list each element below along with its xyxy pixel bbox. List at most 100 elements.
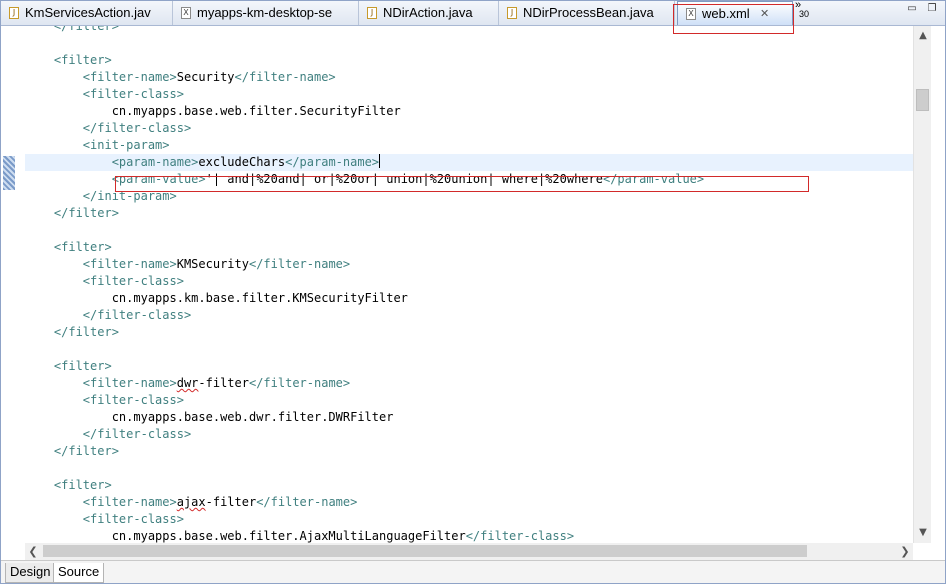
- code-line[interactable]: </filter>: [25, 205, 913, 222]
- xml-editor-window: J KmServicesAction.jav X myapps-km-deskt…: [0, 0, 946, 584]
- tab-kmservicesaction[interactable]: J KmServicesAction.jav: [1, 1, 173, 25]
- xml-tag: </filter-name>: [256, 495, 358, 509]
- tab-label: web.xml: [702, 6, 750, 21]
- code-line[interactable]: cn.myapps.base.web.filter.SecurityFilter: [25, 103, 913, 120]
- code-line[interactable]: [25, 222, 913, 239]
- code-line[interactable]: <filter>: [25, 477, 913, 494]
- xml-text: cn.myapps.base.web.filter.AjaxMultiLangu…: [25, 529, 466, 543]
- xml-tag: </param-name>: [285, 155, 380, 169]
- scroll-right-icon[interactable]: ❯: [897, 543, 913, 560]
- code-line[interactable]: <filter-class>: [25, 273, 913, 290]
- minimize-icon[interactable]: ▭: [905, 3, 919, 15]
- xml-tag: <filter>: [25, 53, 112, 67]
- vertical-scroll-thumb[interactable]: [916, 89, 929, 111]
- editor-tab-bar: J KmServicesAction.jav X myapps-km-deskt…: [1, 1, 945, 26]
- code-line[interactable]: </filter>: [25, 324, 913, 341]
- editor-mode-tabs: Design Source: [1, 560, 945, 583]
- xml-tag: <param-value>: [25, 172, 206, 186]
- code-line[interactable]: [25, 460, 913, 477]
- code-line[interactable]: <filter-name>dwr-filter</filter-name>: [25, 375, 913, 392]
- xml-tag: </filter-name>: [248, 376, 351, 390]
- scroll-down-icon[interactable]: ▼: [914, 525, 932, 541]
- scroll-up-icon[interactable]: ▲: [914, 28, 932, 44]
- xml-tag: </filter-class>: [25, 427, 192, 441]
- code-line[interactable]: <init-param>: [25, 137, 913, 154]
- xml-tag: <filter>: [25, 359, 112, 373]
- tab-myapps-km-desktop[interactable]: X myapps-km-desktop-se: [173, 1, 359, 25]
- tab-web-xml[interactable]: X web.xml ✕: [677, 1, 793, 25]
- xml-text: Security: [176, 70, 235, 84]
- close-icon[interactable]: ✕: [760, 2, 769, 25]
- xml-tag: <filter-class>: [25, 87, 184, 101]
- tab-label: NDirAction.java: [383, 5, 473, 20]
- xml-tag: </filter>: [25, 206, 119, 220]
- xml-tag: </param-value>: [602, 172, 705, 186]
- vertical-scrollbar[interactable]: ▲ ▼: [913, 26, 932, 543]
- xml-tag: <filter>: [25, 240, 112, 254]
- code-line[interactable]: <filter-name>Security</filter-name>: [25, 69, 913, 86]
- spelling-error-text: ajax: [176, 495, 206, 509]
- xml-file-icon: X: [181, 7, 191, 19]
- xml-tag: <filter-name>: [25, 257, 177, 271]
- code-line[interactable]: cn.myapps.base.web.dwr.filter.DWRFilter: [25, 409, 913, 426]
- source-editor[interactable]: </filter> <filter> <filter-name>Security…: [1, 26, 913, 543]
- code-line[interactable]: <param-value>'| and|%20and| or|%20or| un…: [25, 171, 913, 188]
- xml-tag: </filter>: [25, 325, 119, 339]
- code-line[interactable]: <filter>: [25, 52, 913, 69]
- hidden-tab-count: 30: [799, 9, 810, 19]
- horizontal-scroll-thumb[interactable]: [43, 545, 807, 557]
- code-line[interactable]: [25, 341, 913, 358]
- xml-tag: <filter-name>: [25, 70, 177, 84]
- code-text[interactable]: </filter> <filter> <filter-name>Security…: [25, 26, 913, 543]
- xml-tag: </filter-name>: [234, 70, 336, 84]
- code-line[interactable]: <filter-class>: [25, 392, 913, 409]
- code-line[interactable]: <param-name>excludeChars</param-name>: [25, 154, 913, 171]
- overview-ruler: [931, 26, 945, 543]
- change-marker: [3, 156, 15, 190]
- code-line[interactable]: [25, 35, 913, 52]
- xml-tag: </init-param>: [25, 189, 177, 203]
- xml-text: -filter: [198, 376, 249, 390]
- code-line[interactable]: <filter-name>KMSecurity</filter-name>: [25, 256, 913, 273]
- horizontal-scrollbar[interactable]: ❮ ❯: [25, 543, 913, 560]
- code-line[interactable]: <filter-class>: [25, 86, 913, 103]
- tab-ndiraction[interactable]: J NDirAction.java: [359, 1, 499, 25]
- code-line[interactable]: cn.myapps.base.web.filter.AjaxMultiLangu…: [25, 528, 913, 543]
- vertical-ruler: [1, 26, 17, 543]
- code-line[interactable]: </filter-class>: [25, 426, 913, 443]
- xml-file-icon: X: [686, 8, 696, 20]
- code-line[interactable]: </filter>: [25, 26, 913, 35]
- xml-tag: </filter-class>: [25, 308, 192, 322]
- xml-text: KMSecurity: [176, 257, 249, 271]
- xml-tag: <filter-class>: [25, 393, 184, 407]
- xml-tag: </filter>: [25, 26, 119, 33]
- code-line[interactable]: <filter>: [25, 358, 913, 375]
- code-line[interactable]: <filter-class>: [25, 511, 913, 528]
- tab-ndirprocessbean[interactable]: J NDirProcessBean.java: [499, 1, 675, 25]
- xml-text: '| and|%20and| or|%20or| union|%20union|…: [205, 172, 603, 186]
- code-line[interactable]: </filter-class>: [25, 307, 913, 324]
- java-file-icon: J: [507, 7, 517, 19]
- tab-design[interactable]: Design: [5, 563, 56, 583]
- restore-icon[interactable]: ❐: [925, 3, 939, 15]
- java-file-icon: J: [367, 7, 377, 19]
- xml-tag: <init-param>: [25, 138, 170, 152]
- xml-tag: <filter-name>: [25, 376, 177, 390]
- xml-text: cn.myapps.base.web.filter.SecurityFilter: [25, 104, 401, 118]
- xml-tag: <filter-class>: [25, 512, 184, 526]
- code-line[interactable]: cn.myapps.km.base.filter.KMSecurityFilte…: [25, 290, 913, 307]
- spelling-error-text: dwr: [176, 376, 199, 390]
- scroll-left-icon[interactable]: ❮: [25, 543, 41, 560]
- code-line[interactable]: </init-param>: [25, 188, 913, 205]
- xml-tag: </filter>: [25, 444, 119, 458]
- text-caret: [379, 154, 381, 168]
- code-line[interactable]: <filter-name>ajax-filter</filter-name>: [25, 494, 913, 511]
- java-file-icon: J: [9, 7, 19, 19]
- xml-tag: <filter-name>: [25, 495, 177, 509]
- code-line[interactable]: </filter-class>: [25, 120, 913, 137]
- tab-source[interactable]: Source: [53, 563, 105, 583]
- code-line[interactable]: <filter>: [25, 239, 913, 256]
- tab-label: myapps-km-desktop-se: [197, 5, 333, 20]
- tab-label: NDirProcessBean.java: [523, 5, 654, 20]
- code-line[interactable]: </filter>: [25, 443, 913, 460]
